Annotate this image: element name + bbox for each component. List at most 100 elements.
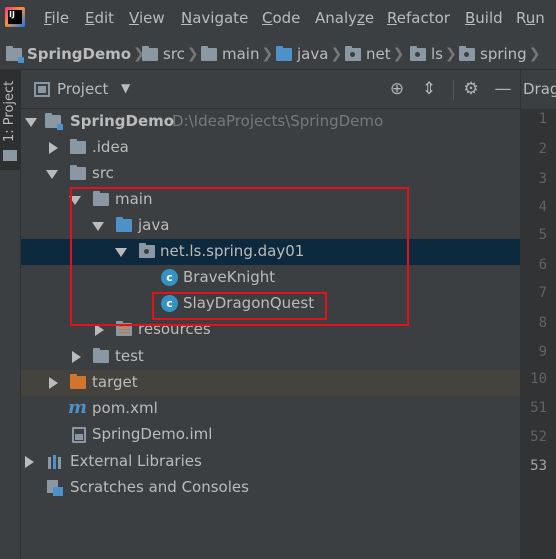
chevron-down-icon[interactable]: ▼ <box>121 81 130 95</box>
expanded-arrow-icon[interactable] <box>92 222 104 231</box>
folder-icon <box>116 321 132 336</box>
tree-node-label: SpringDemo <box>70 112 175 130</box>
module-folder-icon <box>6 45 24 63</box>
breadcrumb-label: SpringDemo <box>27 45 132 63</box>
collapsed-arrow-icon[interactable] <box>95 324 104 336</box>
breadcrumb-item-main[interactable]: main ❯ <box>201 44 277 64</box>
panel-title[interactable]: Project <box>57 80 108 98</box>
expanded-arrow-icon[interactable] <box>46 170 58 179</box>
breadcrumb-item-springdemo[interactable]: SpringDemo ❯ <box>6 44 149 64</box>
line-number: 4 <box>538 199 547 215</box>
tree-node-label: src <box>92 164 114 182</box>
tree-node-scratches[interactable]: Scratches and Consoles <box>21 475 520 501</box>
menu-code[interactable]: Code <box>262 9 300 27</box>
library-bar <box>48 457 51 469</box>
expanded-arrow-icon[interactable] <box>25 118 37 127</box>
package-icon <box>345 45 361 61</box>
tree-node-braveknight[interactable]: c BraveKnight <box>21 265 520 291</box>
module-folder-icon <box>45 113 63 130</box>
tree-node-label: test <box>115 347 144 365</box>
menu-mnemonic: u <box>525 9 536 27</box>
line-number: 6 <box>538 257 547 273</box>
tree-node-test[interactable]: test <box>21 344 520 370</box>
menu-run[interactable]: Run <box>516 9 545 27</box>
collapsed-arrow-icon[interactable] <box>49 142 58 154</box>
tree-node-label: java <box>138 216 170 234</box>
tree-node-pom[interactable]: m pom.xml <box>21 396 520 422</box>
menu-file[interactable]: File <box>44 9 69 27</box>
collapsed-arrow-icon[interactable] <box>25 456 34 468</box>
tree-node-main[interactable]: main <box>21 187 520 213</box>
folder-icon <box>201 45 217 61</box>
package-icon <box>410 45 426 61</box>
tree-node-java[interactable]: java <box>21 213 520 239</box>
tree-node-label: pom.xml <box>92 399 158 417</box>
breadcrumb-item-ls[interactable]: ls ❯ <box>410 44 461 64</box>
package-icon <box>139 243 155 258</box>
menu-navigate[interactable]: Navigate <box>181 9 248 27</box>
line-number: 52 <box>530 429 547 445</box>
editor-tab[interactable]: Drag <box>523 80 556 98</box>
project-tool-tab-label: 1: Project <box>2 80 17 142</box>
package-icon <box>459 45 475 61</box>
collapse-all-icon[interactable]: ⇕ <box>419 79 439 99</box>
chevron-right-icon: ❯ <box>261 46 274 62</box>
collapsed-arrow-icon[interactable] <box>72 351 81 363</box>
chevron-right-icon: ❯ <box>392 46 405 62</box>
tree-node-label: net.ls.spring.day01 <box>160 242 305 260</box>
source-folder-icon <box>116 217 132 232</box>
expanded-arrow-icon[interactable] <box>69 196 81 205</box>
toolbar-divider <box>453 80 454 100</box>
line-number: 3 <box>538 171 547 187</box>
excluded-folder-icon <box>70 374 86 389</box>
tree-node-label: SlayDragonQuest <box>183 294 315 312</box>
breadcrumb-item-net[interactable]: net ❯ <box>345 44 408 64</box>
line-number: 9 <box>538 344 547 360</box>
tree-node-package[interactable]: net.ls.spring.day01 <box>21 239 520 265</box>
breadcrumb-item-src[interactable]: src ❯ <box>142 44 203 64</box>
menu-mnemonic: R <box>387 9 397 27</box>
collapsed-arrow-icon[interactable] <box>49 377 58 389</box>
locate-target-icon[interactable]: ⊕ <box>387 79 407 99</box>
line-number: 2 <box>538 141 547 157</box>
library-icon <box>48 455 64 469</box>
resources-folder-icon <box>116 321 134 337</box>
editor-gutter: 1 2 3 4 5 6 7 8 9 10 51 52 53 <box>520 109 556 559</box>
line-number: 10 <box>530 371 547 387</box>
library-bar <box>58 457 61 469</box>
minimize-icon[interactable]: — <box>493 79 513 99</box>
expanded-arrow-icon[interactable] <box>115 248 127 257</box>
breadcrumb-item-java[interactable]: java ❯ <box>276 44 346 64</box>
tree-node-external-libraries[interactable]: External Libraries <box>21 449 520 475</box>
project-tool-tab[interactable]: 1: Project <box>0 70 21 170</box>
menu-view[interactable]: View <box>129 9 165 27</box>
breadcrumb-label: java <box>297 45 329 63</box>
gear-icon[interactable]: ⚙ <box>461 79 481 99</box>
tree-node-target[interactable]: target <box>21 370 520 396</box>
left-tool-strip: 1: Project <box>0 70 21 559</box>
folder-icon <box>142 45 158 61</box>
tree-node-label: SpringDemo.iml <box>92 425 213 443</box>
menu-mnemonic: E <box>85 9 95 27</box>
tree-node-label: main <box>115 190 153 208</box>
breadcrumb-item-spring[interactable]: spring ❯ <box>459 44 544 64</box>
breadcrumb-label: src <box>163 45 185 63</box>
tree-node-idea[interactable]: .idea <box>21 135 520 161</box>
menu-build[interactable]: Build <box>465 9 503 27</box>
tree-node-resources[interactable]: resources <box>21 317 520 343</box>
chevron-right-icon: ❯ <box>444 46 457 62</box>
java-class-icon: c <box>161 269 178 286</box>
folder-icon <box>70 139 86 154</box>
menu-refactor[interactable]: Refactor <box>387 9 450 27</box>
menu-analyze[interactable]: Analyze <box>315 9 374 27</box>
tree-node-iml[interactable]: SpringDemo.iml <box>21 422 520 448</box>
tree-node-slaydragonquest[interactable]: c SlayDragonQuest <box>21 291 520 317</box>
menu-mnemonic: N <box>181 9 193 27</box>
menu-mnemonic: B <box>465 9 476 27</box>
menu-edit[interactable]: Edit <box>85 9 114 27</box>
line-number: 1 <box>538 111 547 127</box>
module-file-icon <box>72 427 86 443</box>
tree-node-springdemo[interactable]: SpringDemo D:\IdeaProjects\SpringDemo <box>21 109 520 135</box>
project-tree: SpringDemo D:\IdeaProjects\SpringDemo .i… <box>21 109 520 559</box>
tree-node-src[interactable]: src <box>21 161 520 187</box>
